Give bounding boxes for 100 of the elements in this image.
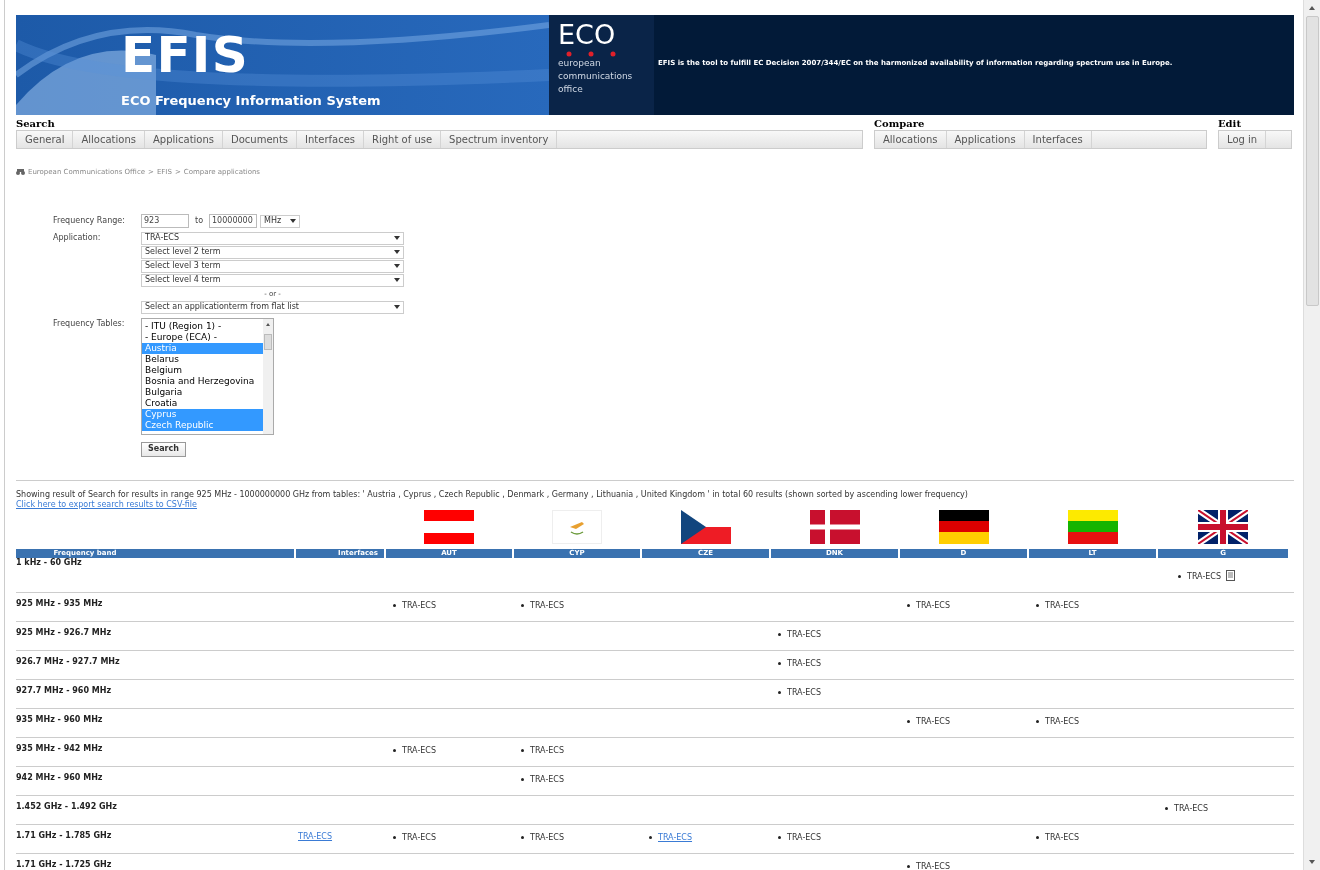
flag-icon bbox=[680, 509, 731, 544]
caret-icon bbox=[394, 236, 400, 240]
export-link[interactable]: Click here to export search results to CSV-file bbox=[16, 499, 197, 510]
application-label: TRA-ECS bbox=[916, 715, 951, 728]
listbox-option[interactable]: Belarus bbox=[142, 353, 263, 365]
bullet-icon bbox=[1036, 604, 1039, 607]
listbox-option[interactable]: - Europe (ECA) - bbox=[142, 331, 263, 343]
nav-link[interactable]: Log in bbox=[1219, 131, 1267, 148]
flag-icon bbox=[424, 509, 474, 544]
listbox-option[interactable]: Bulgaria bbox=[142, 386, 263, 398]
caret-icon bbox=[394, 278, 400, 282]
binoculars-icon bbox=[16, 169, 25, 176]
flag-icon bbox=[552, 509, 602, 544]
eco-logo: ECO european communications office bbox=[549, 15, 654, 115]
range-to-field[interactable]: 10000000 bbox=[209, 214, 258, 228]
band-label: 1 kHz - 60 GHz bbox=[16, 557, 82, 568]
nav-link[interactable]: Applications bbox=[144, 131, 224, 148]
application-label: TRA-ECS bbox=[1187, 570, 1223, 583]
field-label: to bbox=[195, 215, 204, 227]
nav-link[interactable]: Applications bbox=[946, 131, 1025, 148]
dropdown[interactable]: MHz bbox=[260, 214, 301, 228]
bullet-icon bbox=[778, 836, 781, 839]
nav-link[interactable]: Allocations bbox=[875, 131, 947, 148]
application-label: TRA-ECS bbox=[402, 599, 437, 612]
band-label: 925 MHz - 935 MHz bbox=[16, 598, 103, 609]
application-label: TRA-ECS bbox=[530, 744, 565, 757]
application-label: TRA-ECS bbox=[787, 686, 822, 699]
site-subtitle: ECO Frequency Information System bbox=[121, 92, 381, 110]
nav-heading: Compare bbox=[874, 117, 926, 130]
bullet-icon bbox=[393, 604, 396, 607]
band-label: 942 MHz - 960 MHz bbox=[16, 772, 103, 783]
range-from-field[interactable]: 923 bbox=[141, 214, 189, 228]
dropdown[interactable]: TRA-ECS bbox=[141, 231, 404, 245]
results-summary: Showing result of Search for results in range 925 MHz - 1000000000 GHz from tables: ' Austria , Cyprus , Czech Republic , Denmark , Germany , Lithuania , United Kingdom ' in total 60 results (shown sorted by ascending lower frequency) bbox=[16, 489, 969, 500]
application-label: TRA-ECS bbox=[1045, 831, 1080, 844]
field-label: Frequency Range: bbox=[53, 215, 126, 227]
search-button[interactable]: Search bbox=[141, 441, 186, 457]
bullet-icon bbox=[1178, 575, 1181, 578]
application-label: TRA-ECS bbox=[530, 831, 565, 844]
application-label: TRA-ECS bbox=[787, 657, 822, 670]
application-label: TRA-ECS bbox=[530, 773, 565, 786]
application-label: TRA-ECS bbox=[916, 860, 951, 870]
bullet-icon bbox=[521, 749, 524, 752]
bullet-icon bbox=[1165, 807, 1168, 810]
nav-link[interactable]: Interfaces bbox=[1024, 131, 1092, 148]
bullet-icon bbox=[907, 720, 910, 723]
dropdown[interactable]: Select level 2 term bbox=[141, 245, 404, 259]
application-label: TRA-ECS bbox=[1174, 802, 1209, 815]
caret-icon bbox=[394, 250, 400, 254]
nav-heading: Edit bbox=[1218, 117, 1243, 130]
band-label: 1.71 GHz - 1.785 GHz bbox=[16, 830, 112, 841]
bullet-icon bbox=[649, 836, 652, 839]
flag-icon bbox=[1067, 509, 1118, 544]
application-label: TRA-ECS bbox=[1045, 599, 1080, 612]
bullet-icon bbox=[907, 604, 910, 607]
site-title: EFIS bbox=[121, 29, 250, 81]
bullet-icon bbox=[521, 604, 524, 607]
bullet-icon bbox=[778, 633, 781, 636]
caret-icon bbox=[394, 264, 400, 268]
dropdown[interactable]: Select an applicationterm from flat list bbox=[141, 300, 404, 314]
application-label: TRA-ECS bbox=[402, 831, 437, 844]
listbox-option[interactable]: Croatia bbox=[142, 397, 263, 409]
application-label: TRA-ECS bbox=[916, 599, 951, 612]
nav-link[interactable]: Interfaces bbox=[297, 131, 365, 148]
band-label: 935 MHz - 960 MHz bbox=[16, 714, 103, 725]
caret-icon bbox=[394, 305, 400, 309]
interface-link[interactable]: TRA-ECS bbox=[298, 831, 333, 842]
application-label: TRA-ECS bbox=[402, 744, 437, 757]
listbox-option[interactable]: - ITU (Region 1) - bbox=[142, 320, 263, 332]
nav-link[interactable]: Documents bbox=[223, 131, 298, 148]
listbox-option[interactable]: Bosnia and Herzegovina bbox=[142, 375, 263, 387]
application-label: TRA-ECS bbox=[787, 831, 822, 844]
bullet-icon bbox=[521, 836, 524, 839]
nav-link[interactable]: Allocations bbox=[73, 131, 145, 148]
caret-icon bbox=[290, 219, 297, 223]
band-label: 925 MHz - 926.7 MHz bbox=[16, 627, 112, 638]
bullet-icon bbox=[393, 836, 396, 839]
bullet-icon bbox=[521, 778, 524, 781]
listbox-option[interactable]: Belgium bbox=[142, 364, 263, 376]
nav-link[interactable]: Right of use bbox=[364, 131, 442, 148]
dots-icon bbox=[566, 51, 616, 57]
flag-icon bbox=[809, 509, 860, 544]
dropdown[interactable]: Select level 4 term bbox=[141, 273, 404, 287]
band-label: 927.7 MHz - 960 MHz bbox=[16, 685, 112, 696]
document-icon[interactable] bbox=[1226, 569, 1236, 581]
band-label: 1.452 GHz - 1.492 GHz bbox=[16, 801, 117, 812]
dropdown[interactable]: Select level 3 term bbox=[141, 259, 404, 273]
frequency-tables-listbox[interactable]: - ITU (Region 1) - - Europe (ECA) - Austria Belarus Belgium Bosnia and Herzegovina Bulgaria Croatia Cyprus Czech Republic bbox=[141, 317, 274, 435]
nav-link[interactable]: General bbox=[17, 131, 74, 148]
bullet-icon bbox=[778, 691, 781, 694]
application-link[interactable]: TRA-ECS bbox=[658, 831, 693, 844]
bullet-icon bbox=[778, 662, 781, 665]
application-label: TRA-ECS bbox=[530, 599, 565, 612]
bullet-icon bbox=[393, 749, 396, 752]
field-label: Application: bbox=[53, 231, 102, 244]
scrollbar[interactable] bbox=[1303, 0, 1320, 870]
scrollbar[interactable] bbox=[263, 318, 273, 434]
bullet-icon bbox=[1036, 836, 1039, 839]
nav-heading: Search bbox=[16, 117, 56, 130]
nav-link[interactable]: Spectrum inventory bbox=[441, 131, 558, 148]
